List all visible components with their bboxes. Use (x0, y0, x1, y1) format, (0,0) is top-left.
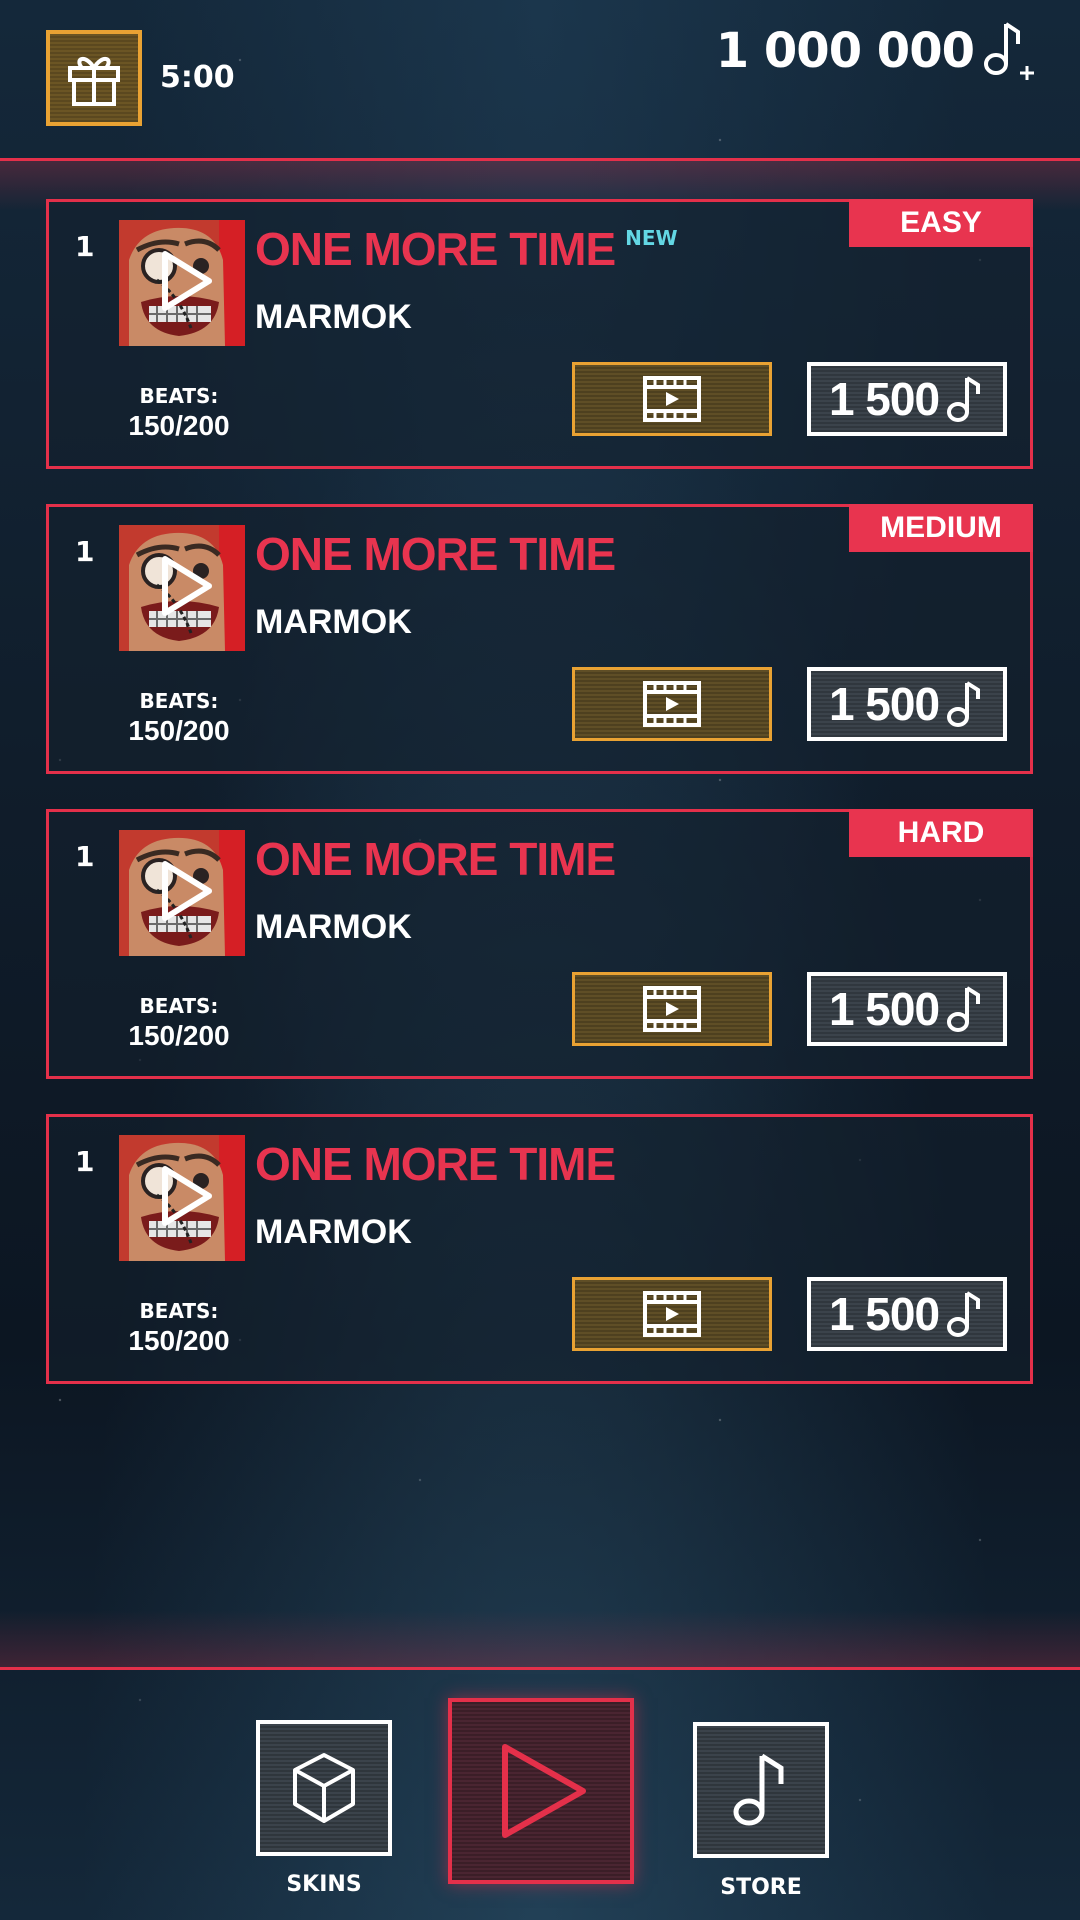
song-card[interactable]: 1 ONE MORE TIME (46, 1114, 1033, 1384)
song-cover-play[interactable] (119, 525, 245, 651)
beats-value: 150/200 (128, 1020, 230, 1051)
album-cover-art (119, 525, 245, 651)
watch-ad-button[interactable] (572, 1277, 772, 1351)
buy-song-button[interactable]: 1 500 (807, 1277, 1007, 1351)
currency-amount: 1 000 000 (715, 23, 975, 79)
song-price: 1 500 (828, 983, 940, 1035)
music-note-icon (947, 986, 981, 1032)
song-price: 1 500 (828, 373, 940, 425)
daily-gift-button[interactable] (46, 30, 142, 126)
music-note-icon (947, 681, 981, 727)
difficulty-badge: EASY (849, 199, 1033, 247)
song-rank: 1 (75, 1145, 95, 1178)
gift-icon (68, 57, 120, 106)
song-title-row: ONE MORE TIME NEW (255, 222, 678, 276)
music-note-icon (947, 376, 981, 422)
music-note-plus-icon (984, 22, 1034, 80)
beats-label: BEATS: (139, 1299, 219, 1323)
beats-value: 150/200 (128, 715, 230, 746)
difficulty-badge: HARD (849, 809, 1033, 857)
song-rank: 1 (75, 840, 95, 873)
song-card[interactable]: 1 ONE MORE TIME (46, 809, 1033, 1079)
song-title: ONE MORE TIME (255, 528, 616, 580)
song-rank: 1 (75, 535, 95, 568)
album-cover-art (119, 830, 245, 956)
skins-label: SKINS (286, 1872, 362, 1897)
buy-song-button[interactable]: 1 500 (807, 972, 1007, 1046)
difficulty-badge: MEDIUM (849, 504, 1033, 552)
beats-label: BEATS: (139, 384, 219, 408)
gift-timer: 5:00 (160, 60, 235, 95)
music-note-store-icon (733, 1753, 784, 1826)
currency-balance[interactable]: 1 000 000 (716, 18, 1040, 84)
film-play-icon (643, 986, 701, 1032)
song-title: ONE MORE TIME (255, 223, 616, 275)
song-card[interactable]: 1 ONE MORE TIME NEW MARMOK BEATS: 150/20… (46, 199, 1033, 469)
film-play-icon (643, 1291, 701, 1337)
song-artist: MARMOK (255, 603, 412, 641)
song-artist: MARMOK (255, 1213, 412, 1251)
song-title: ONE MORE TIME (255, 1138, 616, 1190)
song-card[interactable]: 1 ONE MORE TIME (46, 504, 1033, 774)
song-title-row: ONE MORE TIME (255, 527, 616, 581)
new-badge: NEW (625, 226, 678, 250)
buy-song-button[interactable]: 1 500 (807, 667, 1007, 741)
song-title: ONE MORE TIME (255, 833, 616, 885)
store-button[interactable] (693, 1722, 829, 1858)
store-label: STORE (720, 1875, 802, 1900)
song-title-row: ONE MORE TIME (255, 1137, 616, 1191)
buy-song-button[interactable]: 1 500 (807, 362, 1007, 436)
beats-value: 150/200 (128, 410, 230, 441)
beats-label: BEATS: (139, 994, 219, 1018)
song-price: 1 500 (828, 678, 940, 730)
play-icon (502, 1744, 586, 1838)
album-cover-art (119, 1135, 245, 1261)
film-play-icon (643, 681, 701, 727)
watch-ad-button[interactable] (572, 362, 772, 436)
song-cover-play[interactable] (119, 830, 245, 956)
skins-button[interactable] (256, 1720, 392, 1856)
song-artist: MARMOK (255, 908, 412, 946)
footer-glow (0, 1610, 1080, 1667)
beats-label: BEATS: (139, 689, 219, 713)
album-cover-art (119, 220, 245, 346)
footer-divider (0, 1667, 1080, 1670)
song-title-row: ONE MORE TIME (255, 832, 616, 886)
song-artist: MARMOK (255, 298, 412, 336)
beats-value: 150/200 (128, 1325, 230, 1356)
watch-ad-button[interactable] (572, 667, 772, 741)
cube-icon (293, 1753, 355, 1823)
song-rank: 1 (75, 230, 95, 263)
music-note-icon (947, 1291, 981, 1337)
film-play-icon (643, 376, 701, 422)
watch-ad-button[interactable] (572, 972, 772, 1046)
song-cover-play[interactable] (119, 220, 245, 346)
song-cover-play[interactable] (119, 1135, 245, 1261)
play-button[interactable] (448, 1698, 634, 1884)
song-price: 1 500 (828, 1288, 940, 1340)
